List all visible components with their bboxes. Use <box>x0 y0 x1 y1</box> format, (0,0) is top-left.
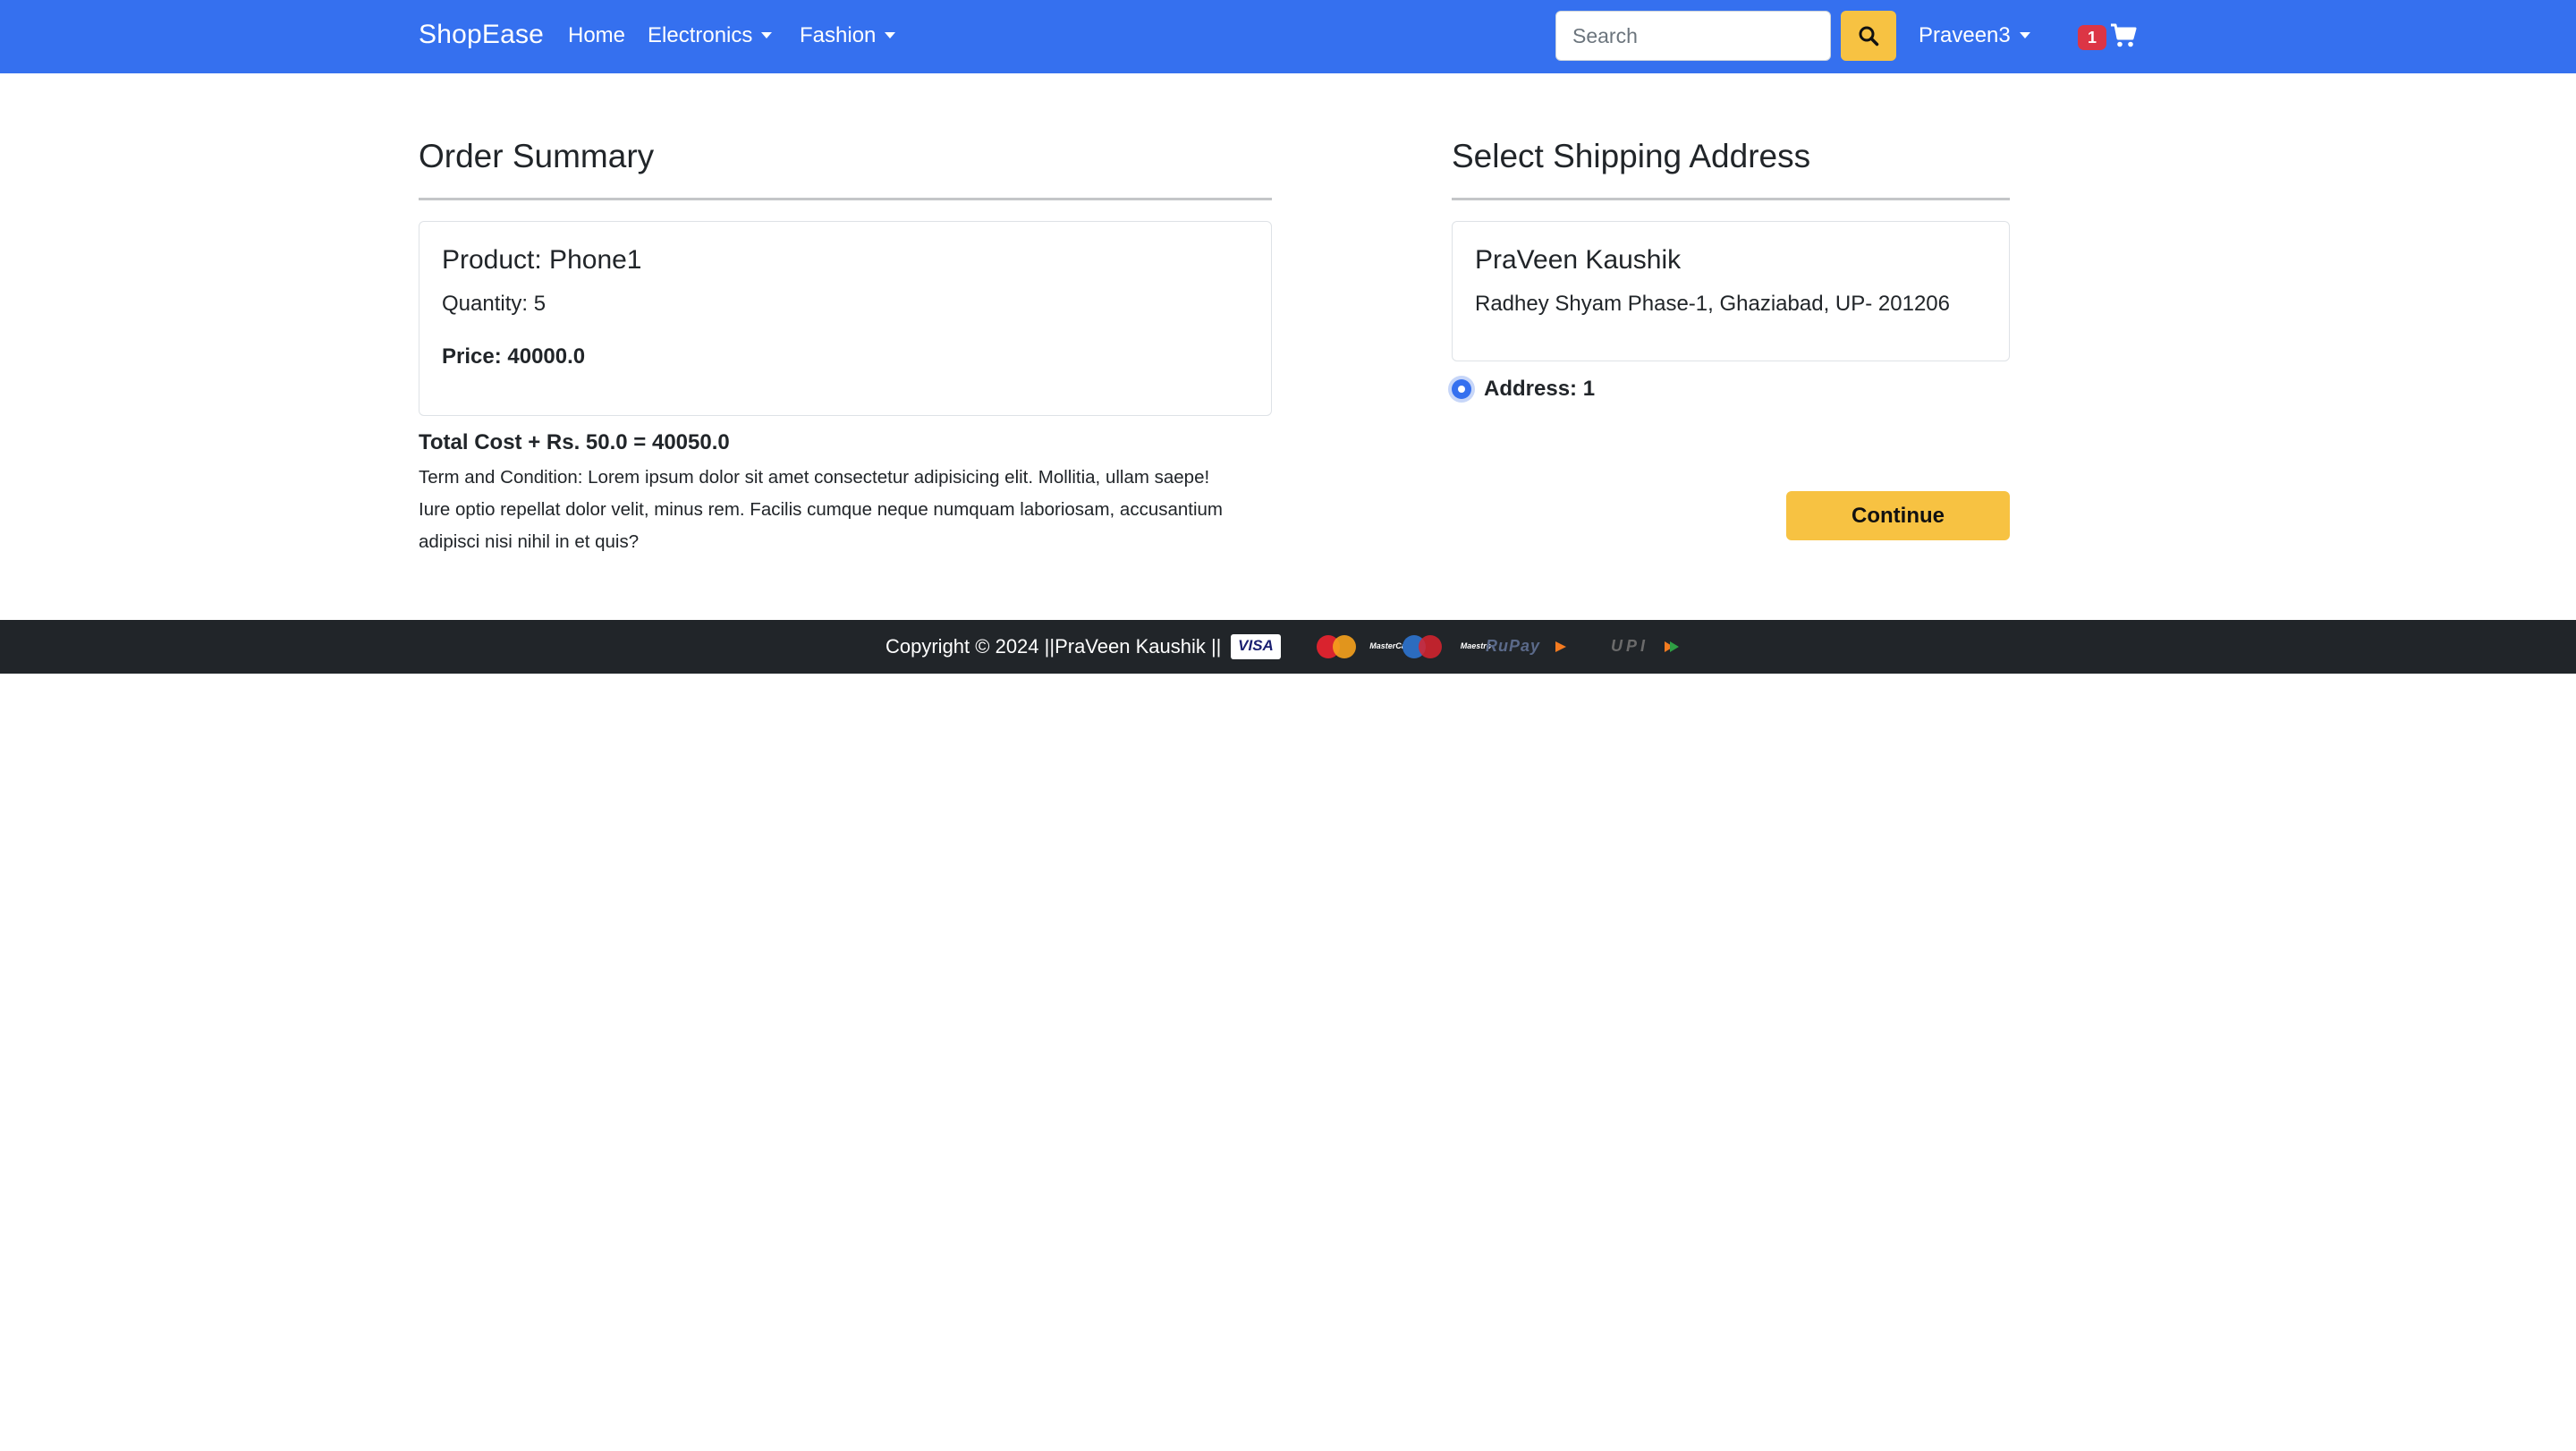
order-summary-title: Order Summary <box>419 138 655 174</box>
upi-logo: UPI <box>1607 634 1684 659</box>
chevron-down-icon <box>885 32 896 38</box>
maestro-logo-graphic <box>1402 635 1442 658</box>
search-input[interactable] <box>1555 11 1831 61</box>
terms-line: adipisci nisi nihil in et quis? <box>419 531 640 552</box>
rupay-arrow-icon <box>1555 641 1566 652</box>
visa-logo: VISA <box>1231 634 1281 659</box>
chevron-down-icon <box>2019 32 2030 38</box>
user-name: Praveen3 <box>1919 23 2011 47</box>
nav-electronics-dropdown[interactable]: Electronics <box>648 23 773 48</box>
order-item-card: Product: Phone1 Quantity: 5 Price: 40000… <box>419 221 1272 416</box>
cart-icon[interactable] <box>2110 23 2137 48</box>
product-name: Product: Phone1 <box>442 245 642 275</box>
brand-logo[interactable]: ShopEase <box>419 20 544 50</box>
nav-fashion-label: Fashion <box>800 23 877 47</box>
address-card[interactable]: PraVeen Kaushik Radhey Shyam Phase-1, Gh… <box>1452 221 2010 361</box>
footer: Copyright © 2024 ||PraVeen Kaushik || VI… <box>0 620 2576 674</box>
nav-home-label: Home <box>568 23 626 47</box>
search-button[interactable] <box>1841 11 1896 61</box>
maestro-logo: Maestro <box>1395 634 1491 659</box>
product-quantity: Quantity: 5 <box>442 292 547 316</box>
top-navbar: ShopEase Home Electronics Fashion Pravee… <box>0 0 2576 73</box>
shipping-address-title: Select Shipping Address <box>1452 138 1811 174</box>
radio-dot <box>1458 386 1465 393</box>
product-price: Price: 40000.0 <box>442 344 586 369</box>
address-name: PraVeen Kaushik <box>1475 245 1682 275</box>
order-summary-divider <box>419 198 1272 200</box>
mastercard-logo-graphic <box>1317 635 1356 658</box>
upi-arrow-icon <box>1665 641 1679 652</box>
nav-electronics-label: Electronics <box>648 23 753 47</box>
continue-button[interactable]: Continue <box>1786 491 2010 540</box>
nav-home-link[interactable]: Home <box>568 23 625 48</box>
copyright-text: Copyright © 2024 ||PraVeen Kaushik || <box>886 635 1222 658</box>
visa-logo-text: VISA <box>1238 637 1274 654</box>
radio-checked-indicator <box>1452 379 1471 399</box>
address-radio[interactable] <box>1448 376 1475 403</box>
terms-line: Iure optio repellat dolor velit, minus r… <box>419 499 1224 520</box>
total-cost: Total Cost + Rs. 50.0 = 40050.0 <box>419 430 730 454</box>
user-menu-dropdown[interactable]: Praveen3 <box>1919 23 2030 48</box>
shipping-divider <box>1452 198 2010 200</box>
search-icon <box>1859 26 1879 47</box>
mastercard-logo: MasterCard <box>1309 634 1414 659</box>
nav-fashion-dropdown[interactable]: Fashion <box>800 23 896 48</box>
address-line: Radhey Shyam Phase-1, Ghaziabad, UP- 201… <box>1475 292 1950 316</box>
upi-logo-text: UPI <box>1611 637 1649 655</box>
address-radio-label[interactable]: Address: 1 <box>1484 377 1595 402</box>
rupay-logo-text: RuPay <box>1486 637 1541 655</box>
terms-and-conditions: Term and Condition: Lorem ipsum dolor si… <box>419 462 1295 558</box>
rupay-logo: RuPay <box>1482 634 1572 659</box>
chevron-down-icon <box>761 32 773 38</box>
terms-line: Term and Condition: Lorem ipsum dolor si… <box>419 467 1210 488</box>
cart-count-badge: 1 <box>2078 25 2106 50</box>
